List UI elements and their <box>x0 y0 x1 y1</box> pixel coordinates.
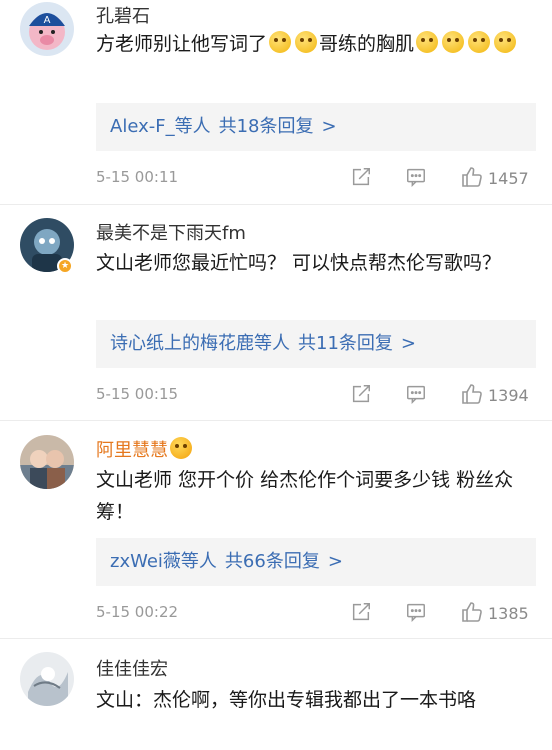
divider <box>0 204 552 205</box>
reply-count: 共18条回复 <box>218 116 314 137</box>
reply-names: Alex-F_等人 <box>110 116 211 137</box>
laugh-cry-emoji-icon <box>416 31 439 53</box>
like-button[interactable]: 1394 <box>460 382 529 406</box>
svg-text:A: A <box>44 15 51 26</box>
comment-button[interactable] <box>405 166 427 190</box>
reply-names: 诗心纸上的梅花鹿等人 <box>110 333 290 354</box>
share-button[interactable] <box>350 601 372 625</box>
username[interactable]: 阿里慧慧 <box>96 436 194 462</box>
username[interactable]: 佳佳佳宏 <box>96 655 168 681</box>
timestamp: 5-15 00:11 <box>96 168 179 186</box>
comment-icon <box>407 385 425 405</box>
laugh-cry-emoji-icon <box>468 31 491 53</box>
comment-text: 文山老师 您开个价 给杰伦作个词要多少钱 粉丝众筹！ <box>96 469 514 523</box>
comment-text-part: 哥练的胸肌 <box>319 33 415 55</box>
avatar[interactable]: A <box>20 2 74 56</box>
like-count: 1394 <box>488 386 529 405</box>
comment-button[interactable] <box>405 601 427 625</box>
comment-text: 文山：杰伦啊，等你出专辑我都出了一本书咯 <box>96 689 477 711</box>
chevron-right-icon: > <box>327 551 343 572</box>
reply-names: zxWei薇等人 <box>110 551 217 572</box>
comment-icon <box>407 168 425 188</box>
like-count: 1385 <box>488 604 529 623</box>
divider <box>0 638 552 639</box>
heart-eyes-emoji-icon <box>170 437 192 459</box>
reply-summary[interactable]: 诗心纸上的梅花鹿等人 共11条回复 > <box>96 320 536 368</box>
comment-text-part: 方老师别让他写词了 <box>96 33 268 55</box>
laugh-cry-emoji-icon <box>494 31 517 53</box>
username[interactable]: 最美不是下雨天fm <box>96 219 246 245</box>
reply-summary[interactable]: zxWei薇等人 共66条回复 > <box>96 538 536 586</box>
username[interactable]: 孔碧石 <box>96 2 150 28</box>
verified-badge-icon: ★ <box>57 258 73 274</box>
laugh-cry-emoji-icon <box>442 31 465 53</box>
share-icon <box>352 385 370 403</box>
comment-icon <box>407 603 425 623</box>
laugh-cry-emoji-icon <box>295 31 318 53</box>
timestamp: 5-15 00:22 <box>96 603 179 621</box>
comment-button[interactable] <box>405 383 427 407</box>
timestamp: 5-15 00:15 <box>96 385 179 403</box>
avatar[interactable] <box>20 652 74 706</box>
reply-count: 共66条回复 <box>224 551 320 572</box>
like-button[interactable]: 1385 <box>460 600 529 624</box>
like-button[interactable]: 1457 <box>460 165 529 189</box>
comment-text: 文山老师您最近忙吗？ 可以快点帮杰伦写歌吗？ <box>96 252 502 274</box>
divider <box>0 420 552 421</box>
share-icon <box>352 603 370 621</box>
share-button[interactable] <box>350 383 372 407</box>
thumbs-up-icon <box>462 602 482 622</box>
comment-text: 方老师别让他写词了 哥练的胸肌 <box>96 28 536 60</box>
thumbs-up-icon <box>462 384 482 404</box>
share-icon <box>352 168 370 186</box>
like-count: 1457 <box>488 169 529 188</box>
reply-summary[interactable]: Alex-F_等人 共18条回复 > <box>96 103 536 151</box>
username-text: 阿里慧慧 <box>96 440 168 461</box>
avatar[interactable] <box>20 435 74 489</box>
thumbs-up-icon <box>462 167 482 187</box>
reply-count: 共11条回复 <box>298 333 393 354</box>
share-button[interactable] <box>350 166 372 190</box>
laugh-cry-emoji-icon <box>269 31 292 53</box>
chevron-right-icon: > <box>321 116 337 137</box>
chevron-right-icon: > <box>400 333 416 354</box>
